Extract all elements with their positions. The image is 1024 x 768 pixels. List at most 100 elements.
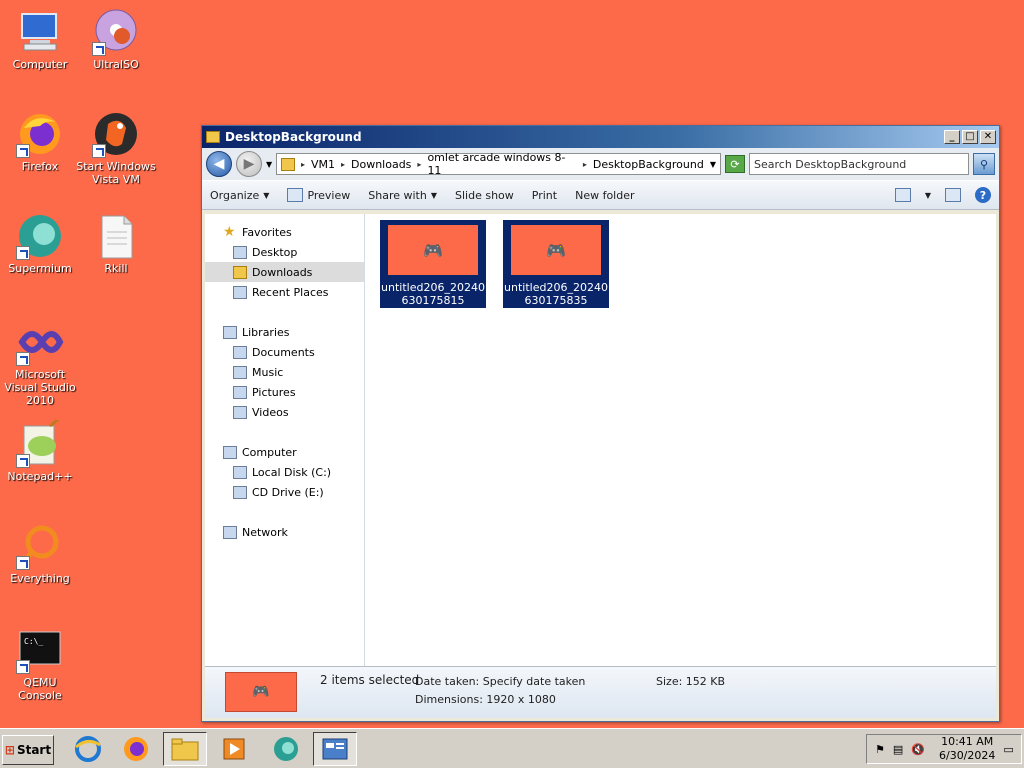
documents-icon xyxy=(233,345,247,359)
supermium-taskbar-icon[interactable] xyxy=(264,732,308,766)
desktop-icon-label: UltraISO xyxy=(93,58,139,71)
nav-desktop[interactable]: Desktop xyxy=(205,242,364,262)
new-folder-button[interactable]: New folder xyxy=(575,189,634,202)
explorer-window[interactable]: DesktopBackground _ □ ✕ ◀ ▶ ▼ ▸ VM1 ▸ Do… xyxy=(201,125,1000,722)
search-input[interactable]: Search DesktopBackground xyxy=(749,153,969,175)
nav-favorites[interactable]: ★ Favorites xyxy=(205,222,364,242)
nav-local-disk[interactable]: Local Disk (C:) xyxy=(205,462,364,482)
shortcut-arrow-icon xyxy=(92,42,106,56)
maximize-button[interactable]: □ xyxy=(962,130,978,144)
desktop-icon-vista-vm[interactable]: Start Windows Vista VM xyxy=(76,110,156,186)
start-button[interactable]: ⊞ Start xyxy=(2,735,54,765)
clock-time: 10:41 AM xyxy=(941,735,994,748)
preview-pane-icon[interactable] xyxy=(945,188,961,202)
chevron-right-icon[interactable]: ▸ xyxy=(301,160,305,169)
file-list[interactable]: 🎮 untitled206_20240 630175815 🎮 untitled… xyxy=(365,214,996,668)
dimensions: Dimensions: 1920 x 1080 xyxy=(415,693,556,706)
chevron-down-icon[interactable]: ▼ xyxy=(925,191,931,200)
clock-date: 6/30/2024 xyxy=(938,749,996,762)
shortcut-arrow-icon xyxy=(16,556,30,570)
nav-music[interactable]: Music xyxy=(205,362,364,382)
organize-label: Organize xyxy=(210,188,260,202)
selection-count: 2 items selected xyxy=(320,673,420,687)
hard-disk-icon xyxy=(233,465,247,479)
show-desktop-icon[interactable]: ▭ xyxy=(1003,743,1013,756)
help-icon[interactable]: ? xyxy=(975,187,991,203)
date-taken[interactable]: Date taken: Specify date taken xyxy=(415,675,585,688)
chevron-right-icon[interactable]: ▸ xyxy=(341,160,345,169)
breadcrumb-downloads[interactable]: Downloads xyxy=(351,158,411,171)
close-button[interactable]: ✕ xyxy=(980,130,996,144)
nav-cd-drive[interactable]: CD Drive (E:) xyxy=(205,482,364,502)
address-row: ◀ ▶ ▼ ▸ VM1 ▸ Downloads ▸ omlet arcade w… xyxy=(202,148,999,180)
desktop-icon-rkill[interactable]: Rkill xyxy=(76,212,156,275)
desktop-icon-supermium[interactable]: Supermium xyxy=(0,212,80,275)
desktop-icon-notepadpp[interactable]: Notepad++ xyxy=(0,416,80,483)
image-thumbnail: 🎮 xyxy=(388,225,478,275)
computer-icon xyxy=(16,8,64,56)
supermium-icon xyxy=(16,212,64,260)
action-center-flag-icon[interactable]: ⚑ xyxy=(875,743,885,756)
internet-explorer-taskbar-icon[interactable] xyxy=(66,732,110,766)
pictures-icon xyxy=(233,385,247,399)
search-placeholder: Search DesktopBackground xyxy=(754,157,907,171)
desktop-icon-label: Notepad++ xyxy=(7,470,73,483)
nav-pictures[interactable]: Pictures xyxy=(205,382,364,402)
nav-libraries[interactable]: Libraries xyxy=(205,322,364,342)
desktop-icon-firefox[interactable]: Firefox xyxy=(0,110,80,173)
nav-documents[interactable]: Documents xyxy=(205,342,364,362)
network-tray-icon[interactable]: ▤ xyxy=(893,743,903,756)
control-panel-taskbar-icon[interactable] xyxy=(313,732,357,766)
window-titlebar[interactable]: DesktopBackground _ □ ✕ xyxy=(202,126,999,148)
file-name-line1: untitled206_20240 xyxy=(381,281,485,294)
desktop-icon-label: Start Windows Vista VM xyxy=(76,160,156,186)
console-icon: C:\_ xyxy=(16,626,64,674)
explorer-content: ★ Favorites Desktop Downloads Recent Pla… xyxy=(205,214,996,668)
nav-videos[interactable]: Videos xyxy=(205,402,364,422)
refresh-button[interactable]: ⟳ xyxy=(725,155,745,173)
preview-button[interactable]: Preview xyxy=(287,188,350,202)
media-player-taskbar-icon[interactable] xyxy=(212,732,256,766)
nav-downloads[interactable]: Downloads xyxy=(205,262,364,282)
desktop-icon-visual-studio[interactable]: Microsoft Visual Studio 2010 xyxy=(0,318,80,407)
slide-show-button[interactable]: Slide show xyxy=(455,189,514,202)
address-dropdown-icon[interactable]: ▼ xyxy=(710,160,716,169)
preview-label: Preview xyxy=(307,188,351,202)
file-item[interactable]: 🎮 untitled206_20240 630175815 xyxy=(380,220,486,308)
desktop-icon-ultraiso[interactable]: UltraISO xyxy=(76,8,156,71)
firefox-taskbar-icon[interactable] xyxy=(114,732,158,766)
image-thumbnail: 🎮 xyxy=(511,225,601,275)
forward-button[interactable]: ▶ xyxy=(236,151,262,177)
folder-icon xyxy=(206,131,220,143)
share-with-button[interactable]: Share with ▼ xyxy=(368,189,437,202)
search-icon[interactable]: ⚲ xyxy=(973,153,995,175)
back-button[interactable]: ◀ xyxy=(206,151,232,177)
desktop-icon-label: Supermium xyxy=(8,262,72,275)
volume-muted-icon[interactable]: 🔇 xyxy=(911,743,925,756)
organize-button[interactable]: Organize ▼ xyxy=(210,189,269,202)
desktop-icon-everything[interactable]: Everything xyxy=(0,522,80,585)
share-with-label: Share with xyxy=(368,188,427,202)
breadcrumb-desktopbackground[interactable]: DesktopBackground xyxy=(593,158,704,171)
recent-pages-dropdown-icon[interactable]: ▼ xyxy=(266,160,272,169)
explorer-taskbar-icon[interactable] xyxy=(163,732,207,766)
file-item[interactable]: 🎮 untitled206_20240 630175835 xyxy=(503,220,609,308)
desktop-icon-computer[interactable]: Computer xyxy=(0,8,80,71)
chevron-right-icon[interactable]: ▸ xyxy=(417,160,421,169)
breadcrumb-omlet[interactable]: omlet arcade windows 8-11 xyxy=(427,151,576,177)
breadcrumb-vm1[interactable]: VM1 xyxy=(311,158,335,171)
nav-label: Videos xyxy=(252,405,289,419)
nav-recent-places[interactable]: Recent Places xyxy=(205,282,364,302)
nav-computer[interactable]: Computer xyxy=(205,442,364,462)
shortcut-arrow-icon xyxy=(92,144,106,158)
print-button[interactable]: Print xyxy=(532,189,557,202)
address-bar[interactable]: ▸ VM1 ▸ Downloads ▸ omlet arcade windows… xyxy=(276,151,721,177)
nav-network[interactable]: Network xyxy=(205,522,364,542)
chevron-right-icon[interactable]: ▸ xyxy=(583,160,587,169)
desktop-icon-label: Everything xyxy=(10,572,70,585)
desktop-icon-qemu-console[interactable]: C:\_ QEMU Console xyxy=(0,626,80,702)
change-view-icon[interactable] xyxy=(894,188,911,202)
minimize-button[interactable]: _ xyxy=(944,130,960,144)
clock[interactable]: 10:41 AM 6/30/2024 xyxy=(939,735,995,763)
visual-studio-icon xyxy=(16,318,64,366)
